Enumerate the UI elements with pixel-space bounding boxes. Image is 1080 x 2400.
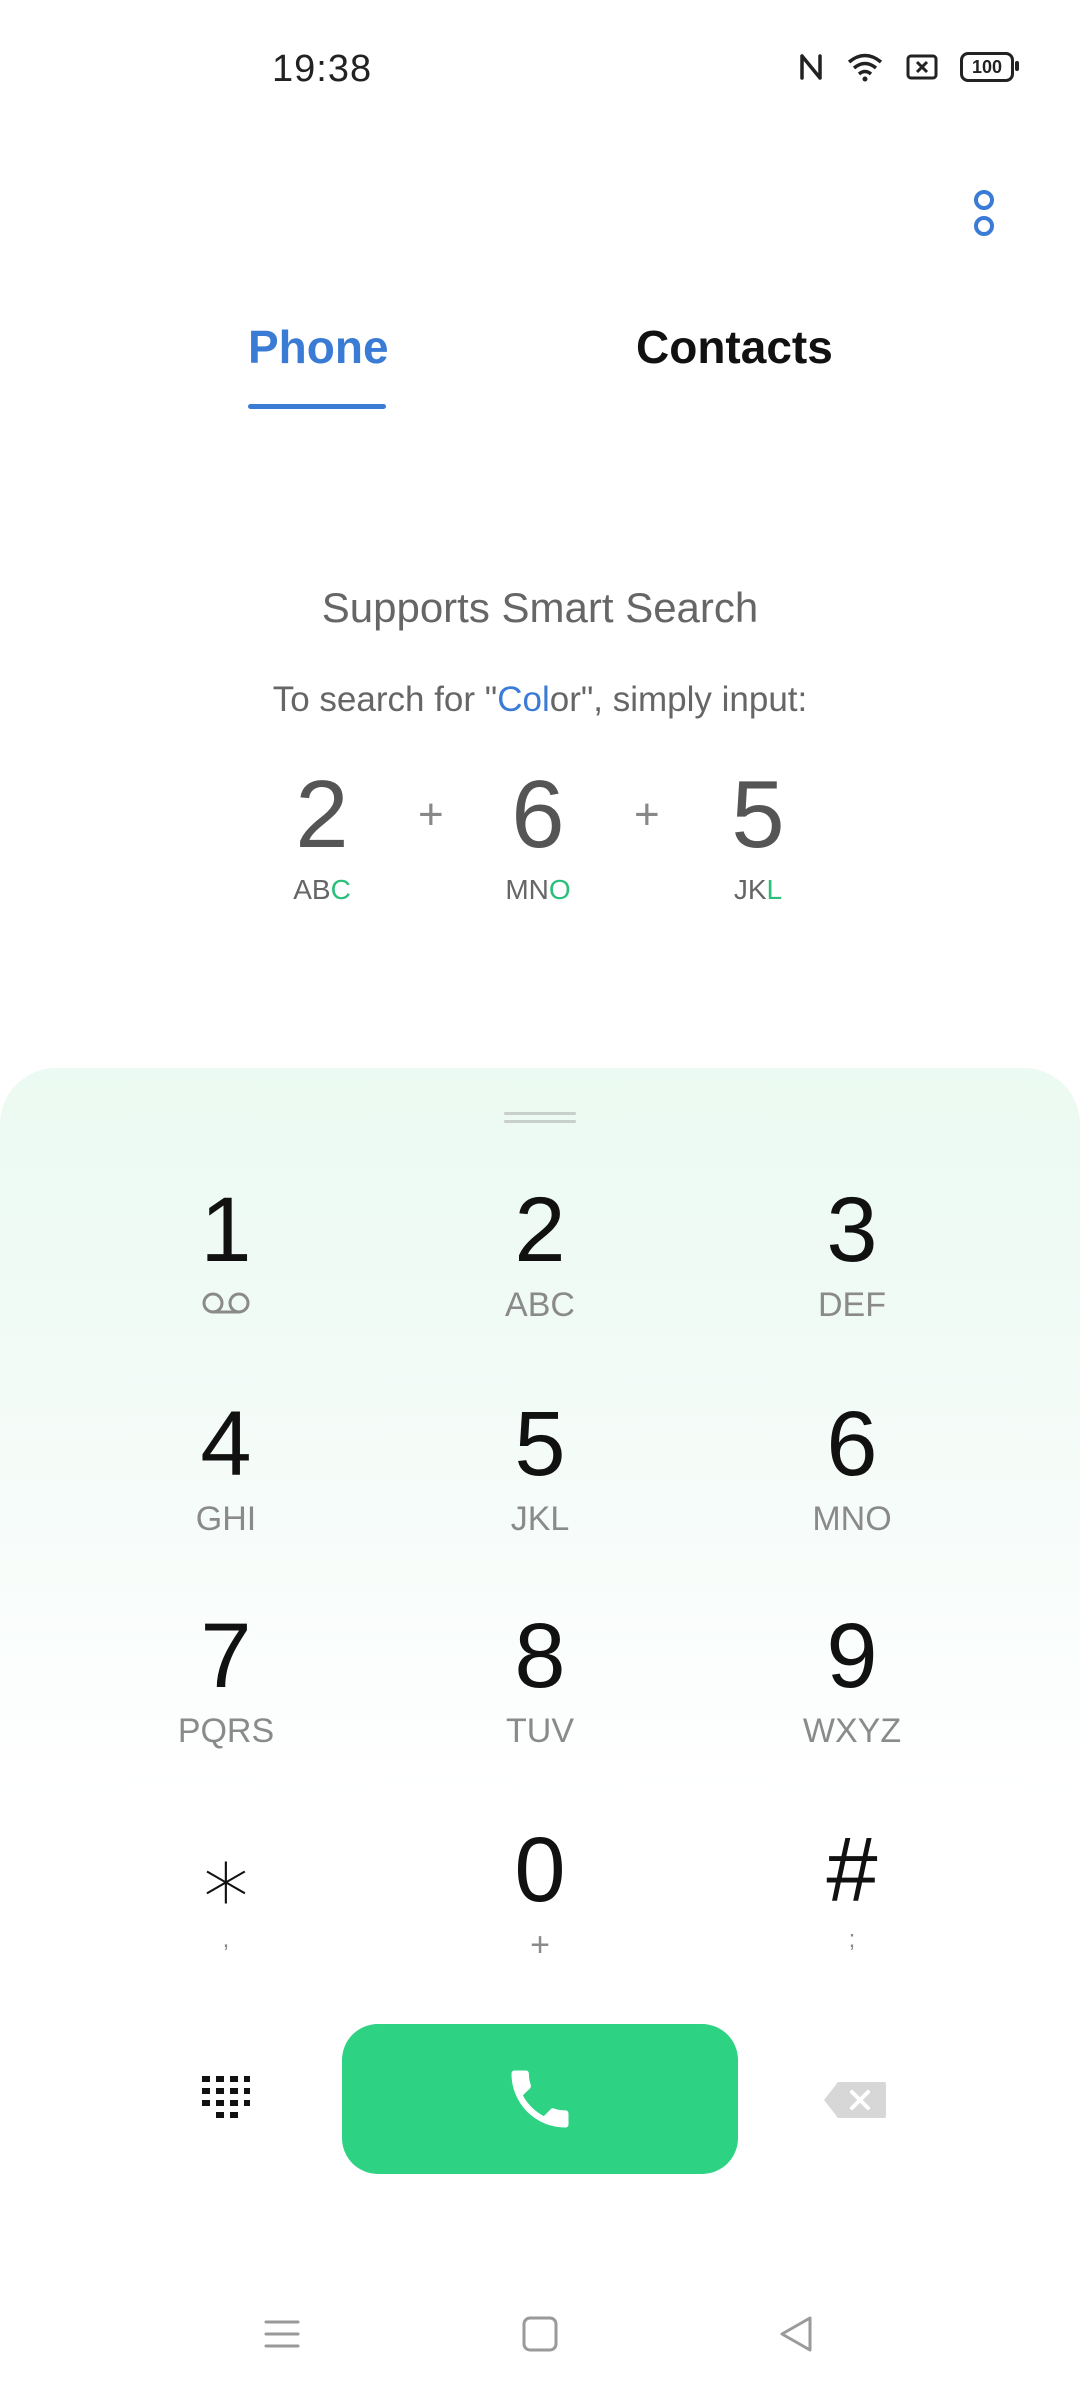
example-number: 6 (511, 761, 565, 868)
example-number: 5 (731, 761, 785, 868)
example-digit: 5 JKL (688, 760, 828, 906)
key-8[interactable]: 8 TUV (430, 1606, 650, 1776)
voicemail-icon (202, 1292, 250, 1314)
smart-search-instruction: To search for "Color", simply input: (0, 680, 1080, 720)
key-star[interactable]: ⁎ , (116, 1820, 336, 1990)
key-letters: GHI (195, 1500, 257, 1538)
key-digit: 1 (200, 1179, 252, 1281)
instruction-suffix: ", simply input: (580, 680, 808, 719)
key-3[interactable]: 3 DEF (742, 1180, 962, 1350)
sim-icon (906, 54, 938, 80)
key-letters: , (222, 1926, 230, 1953)
key-7[interactable]: 7 PQRS (116, 1606, 336, 1776)
status-time: 19:38 (272, 48, 373, 90)
example-letters: ABC (252, 874, 392, 906)
example-letters: MNO (468, 874, 608, 906)
key-digit: 5 (514, 1393, 566, 1495)
plus-sign: + (634, 790, 660, 839)
dialpad-toggle-icon[interactable] (200, 2072, 252, 2124)
key-digit: 2 (514, 1179, 566, 1281)
call-button[interactable] (342, 2024, 738, 2174)
key-digit: 4 (200, 1393, 252, 1495)
example-digit: 2 ABC (252, 760, 392, 906)
example-number: 2 (295, 761, 349, 868)
key-letters: + (530, 1926, 550, 1964)
key-digit: 8 (514, 1605, 566, 1707)
key-letters: ; (848, 1926, 856, 1953)
example-letter-highlight: L (766, 874, 783, 905)
example-letter-highlight: O (548, 874, 571, 905)
key-letters: ABC (505, 1286, 575, 1324)
nav-menu-button[interactable] (262, 2314, 302, 2354)
instruction-word-rest: or (549, 680, 581, 719)
status-icons: 100 (798, 52, 1019, 82)
key-9[interactable]: 9 WXYZ (742, 1606, 962, 1776)
key-letters: JKL (510, 1500, 570, 1538)
key-1[interactable]: 1 (116, 1180, 336, 1350)
smart-search-title: Supports Smart Search (321, 584, 759, 631)
example-letters-plain: JK (733, 874, 767, 905)
example-letters-plain: AB (293, 874, 331, 905)
tab-phone[interactable]: Phone (248, 320, 389, 374)
key-letters: WXYZ (802, 1712, 902, 1750)
active-tab-indicator (248, 404, 386, 409)
nfc-icon (800, 54, 822, 80)
wifi-icon (847, 53, 883, 82)
key-0[interactable]: 0 + (430, 1820, 650, 1990)
key-4[interactable]: 4 GHI (116, 1394, 336, 1564)
example-letters-plain: MN (505, 874, 549, 905)
drag-handle[interactable] (504, 1112, 576, 1124)
key-digit: 3 (826, 1179, 878, 1281)
key-letters: DEF (818, 1286, 886, 1324)
instruction-prefix: To search for " (272, 680, 498, 719)
key-2[interactable]: 2 ABC (430, 1180, 650, 1350)
plus-sign: + (418, 790, 444, 839)
phone-icon (511, 2070, 569, 2128)
key-digit: # (826, 1819, 878, 1921)
key-letters: MNO (812, 1500, 892, 1538)
key-letters: TUV (506, 1712, 574, 1750)
delete-button[interactable] (822, 2080, 888, 2120)
example-letter-highlight: C (330, 874, 351, 905)
tab-contacts[interactable]: Contacts (636, 320, 833, 374)
example-letters: JKL (688, 874, 828, 906)
instruction-highlight: Col (497, 680, 550, 719)
key-hash[interactable]: # ; (742, 1820, 962, 1990)
key-digit: ⁎ (203, 1819, 249, 1921)
key-6[interactable]: 6 MNO (742, 1394, 962, 1564)
key-letters: PQRS (177, 1712, 275, 1750)
battery-icon: 100 (960, 52, 1019, 82)
key-digit: 7 (200, 1605, 252, 1707)
nav-home-button[interactable] (520, 2314, 560, 2354)
key-digit: 9 (826, 1605, 878, 1707)
battery-level: 100 (971, 56, 1003, 77)
key-5[interactable]: 5 JKL (430, 1394, 650, 1564)
more-options-button[interactable] (968, 186, 1000, 242)
nav-back-button[interactable] (776, 2314, 816, 2354)
key-digit: 0 (514, 1819, 566, 1921)
key-digit: 6 (826, 1393, 878, 1495)
example-digit: 6 MNO (468, 760, 608, 906)
